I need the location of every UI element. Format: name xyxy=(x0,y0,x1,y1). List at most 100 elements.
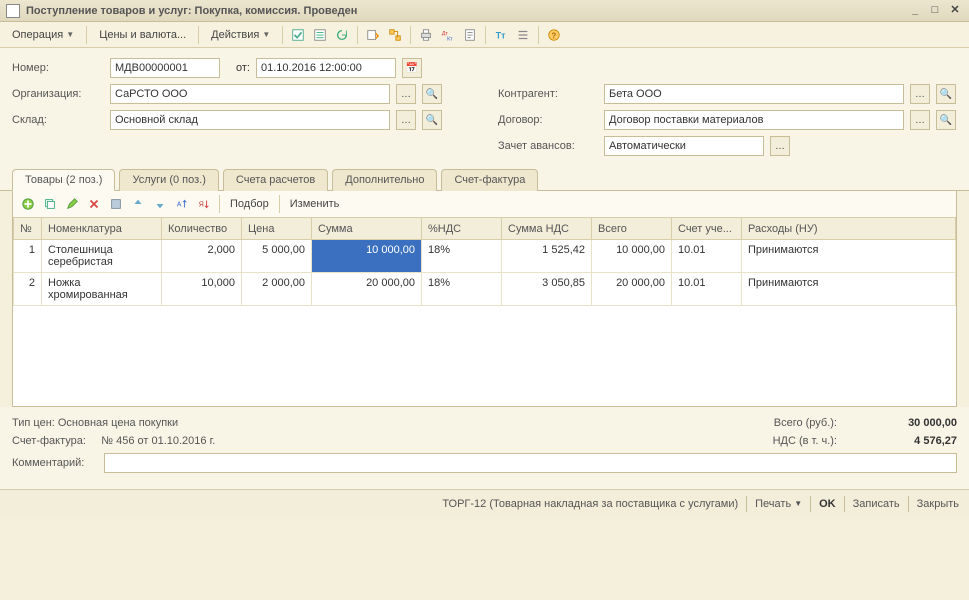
based-on-icon[interactable] xyxy=(364,26,382,44)
col-nomen[interactable]: Номенклатура xyxy=(42,218,162,240)
cell-qty[interactable]: 10,000 xyxy=(162,273,242,306)
col-vatsum[interactable]: Сумма НДС xyxy=(502,218,592,240)
dtkt-icon[interactable]: ДтКт xyxy=(439,26,457,44)
cell-sum[interactable]: 10 000,00 xyxy=(312,240,422,273)
warehouse-field[interactable] xyxy=(110,110,390,130)
cell-qty[interactable]: 2,000 xyxy=(162,240,242,273)
ok-button[interactable]: OK xyxy=(819,498,836,510)
close-button[interactable]: ✕ xyxy=(947,4,963,18)
tab-invoice[interactable]: Счет-фактура xyxy=(441,169,538,191)
cell-vat_rate[interactable]: 18% xyxy=(422,273,502,306)
movements-icon[interactable] xyxy=(311,26,329,44)
print-button[interactable]: Печать▼ xyxy=(755,498,802,510)
org-select-button[interactable]: … xyxy=(396,84,416,104)
svg-text:Я: Я xyxy=(199,202,204,209)
maximize-button[interactable]: □ xyxy=(927,4,943,18)
move-up-icon[interactable] xyxy=(129,195,147,213)
move-down-icon[interactable] xyxy=(151,195,169,213)
cell-price[interactable]: 2 000,00 xyxy=(242,273,312,306)
cell-price[interactable]: 5 000,00 xyxy=(242,240,312,273)
warehouse-search-icon[interactable]: 🔍 xyxy=(422,110,442,130)
advance-label: Зачет авансов: xyxy=(498,140,598,152)
list-icon[interactable] xyxy=(514,26,532,44)
edit-row-icon[interactable] xyxy=(63,195,81,213)
warehouse-select-button[interactable]: … xyxy=(396,110,416,130)
contragent-search-icon[interactable]: 🔍 xyxy=(936,84,956,104)
delete-row-icon[interactable] xyxy=(85,195,103,213)
col-vatrate[interactable]: %НДС xyxy=(422,218,502,240)
minimize-button[interactable]: _ xyxy=(907,4,923,18)
print-icon[interactable] xyxy=(417,26,435,44)
menubar: Операция▼ Цены и валюта... Действия▼ ДтК… xyxy=(0,22,969,48)
refresh-icon[interactable] xyxy=(333,26,351,44)
torg12-link[interactable]: ТОРГ-12 (Товарная накладная за поставщик… xyxy=(442,498,738,510)
add-row-icon[interactable] xyxy=(19,195,37,213)
date-field[interactable] xyxy=(256,58,396,78)
cell-account[interactable]: 10.01 xyxy=(672,273,742,306)
svg-text:Кт: Кт xyxy=(447,36,453,42)
advance-field[interactable] xyxy=(604,136,764,156)
save-row-icon[interactable] xyxy=(107,195,125,213)
cell-expenses[interactable]: Принимаются xyxy=(742,240,956,273)
vat-value: 4 576,27 xyxy=(847,435,957,447)
cell-nomen[interactable]: Ножка хромированная xyxy=(42,273,162,306)
post-icon[interactable] xyxy=(289,26,307,44)
contragent-select-button[interactable]: … xyxy=(910,84,930,104)
contragent-label: Контрагент: xyxy=(498,88,598,100)
menu-actions[interactable]: Действия▼ xyxy=(205,27,276,43)
cell-expenses[interactable]: Принимаются xyxy=(742,273,956,306)
col-n[interactable]: № xyxy=(14,218,42,240)
col-expenses[interactable]: Расходы (НУ) xyxy=(742,218,956,240)
tab-services[interactable]: Услуги (0 поз.) xyxy=(119,169,218,191)
close-footer-button[interactable]: Закрыть xyxy=(917,498,959,510)
structure-icon[interactable] xyxy=(386,26,404,44)
calendar-icon[interactable]: 📅 xyxy=(402,58,422,78)
cell-nomen[interactable]: Столешница серебристая xyxy=(42,240,162,273)
col-qty[interactable]: Количество xyxy=(162,218,242,240)
col-sum[interactable]: Сумма xyxy=(312,218,422,240)
advance-select-button[interactable]: … xyxy=(770,136,790,156)
table-row[interactable]: 2Ножка хромированная10,0002 000,0020 000… xyxy=(14,273,956,306)
svg-text:А: А xyxy=(177,202,182,209)
cell-vat_sum[interactable]: 3 050,85 xyxy=(502,273,592,306)
tab-extra[interactable]: Дополнительно xyxy=(332,169,437,191)
col-price[interactable]: Цена xyxy=(242,218,312,240)
cell-total[interactable]: 20 000,00 xyxy=(592,273,672,306)
edit-button[interactable]: Изменить xyxy=(286,198,344,210)
org-field[interactable] xyxy=(110,84,390,104)
contract-select-button[interactable]: … xyxy=(910,110,930,130)
invoice-footer-text: № 456 от 01.10.2016 г. xyxy=(101,435,215,447)
grid[interactable]: № Номенклатура Количество Цена Сумма %НД… xyxy=(12,217,957,407)
cell-sum[interactable]: 20 000,00 xyxy=(312,273,422,306)
col-account[interactable]: Счет уче... xyxy=(672,218,742,240)
comment-field[interactable] xyxy=(104,453,957,473)
footer-area: Тип цен: Основная цена покупки Всего (ру… xyxy=(0,407,969,489)
sort-desc-icon[interactable]: Я xyxy=(195,195,213,213)
report-icon[interactable] xyxy=(461,26,479,44)
cell-vat_sum[interactable]: 1 525,42 xyxy=(502,240,592,273)
contragent-field[interactable] xyxy=(604,84,904,104)
tab-accounts[interactable]: Счета расчетов xyxy=(223,169,328,191)
help-icon[interactable]: ? xyxy=(545,26,563,44)
copy-row-icon[interactable] xyxy=(41,195,59,213)
cell-n[interactable]: 2 xyxy=(14,273,42,306)
tt-icon[interactable]: Тт xyxy=(492,26,510,44)
save-button[interactable]: Записать xyxy=(853,498,900,510)
tab-goods[interactable]: Товары (2 поз.) xyxy=(12,169,115,191)
cell-n[interactable]: 1 xyxy=(14,240,42,273)
selection-button[interactable]: Подбор xyxy=(226,198,273,210)
cell-account[interactable]: 10.01 xyxy=(672,240,742,273)
sort-asc-icon[interactable]: А xyxy=(173,195,191,213)
menu-operation[interactable]: Операция▼ xyxy=(6,27,80,43)
cell-vat_rate[interactable]: 18% xyxy=(422,240,502,273)
grid-toolbar: А Я Подбор Изменить xyxy=(12,191,957,217)
table-row[interactable]: 1Столешница серебристая2,0005 000,0010 0… xyxy=(14,240,956,273)
contract-field[interactable] xyxy=(604,110,904,130)
number-field[interactable] xyxy=(110,58,220,78)
cell-total[interactable]: 10 000,00 xyxy=(592,240,672,273)
org-search-icon[interactable]: 🔍 xyxy=(422,84,442,104)
col-total[interactable]: Всего xyxy=(592,218,672,240)
contract-search-icon[interactable]: 🔍 xyxy=(936,110,956,130)
org-label: Организация: xyxy=(12,88,104,100)
menu-prices[interactable]: Цены и валюта... xyxy=(93,27,192,43)
